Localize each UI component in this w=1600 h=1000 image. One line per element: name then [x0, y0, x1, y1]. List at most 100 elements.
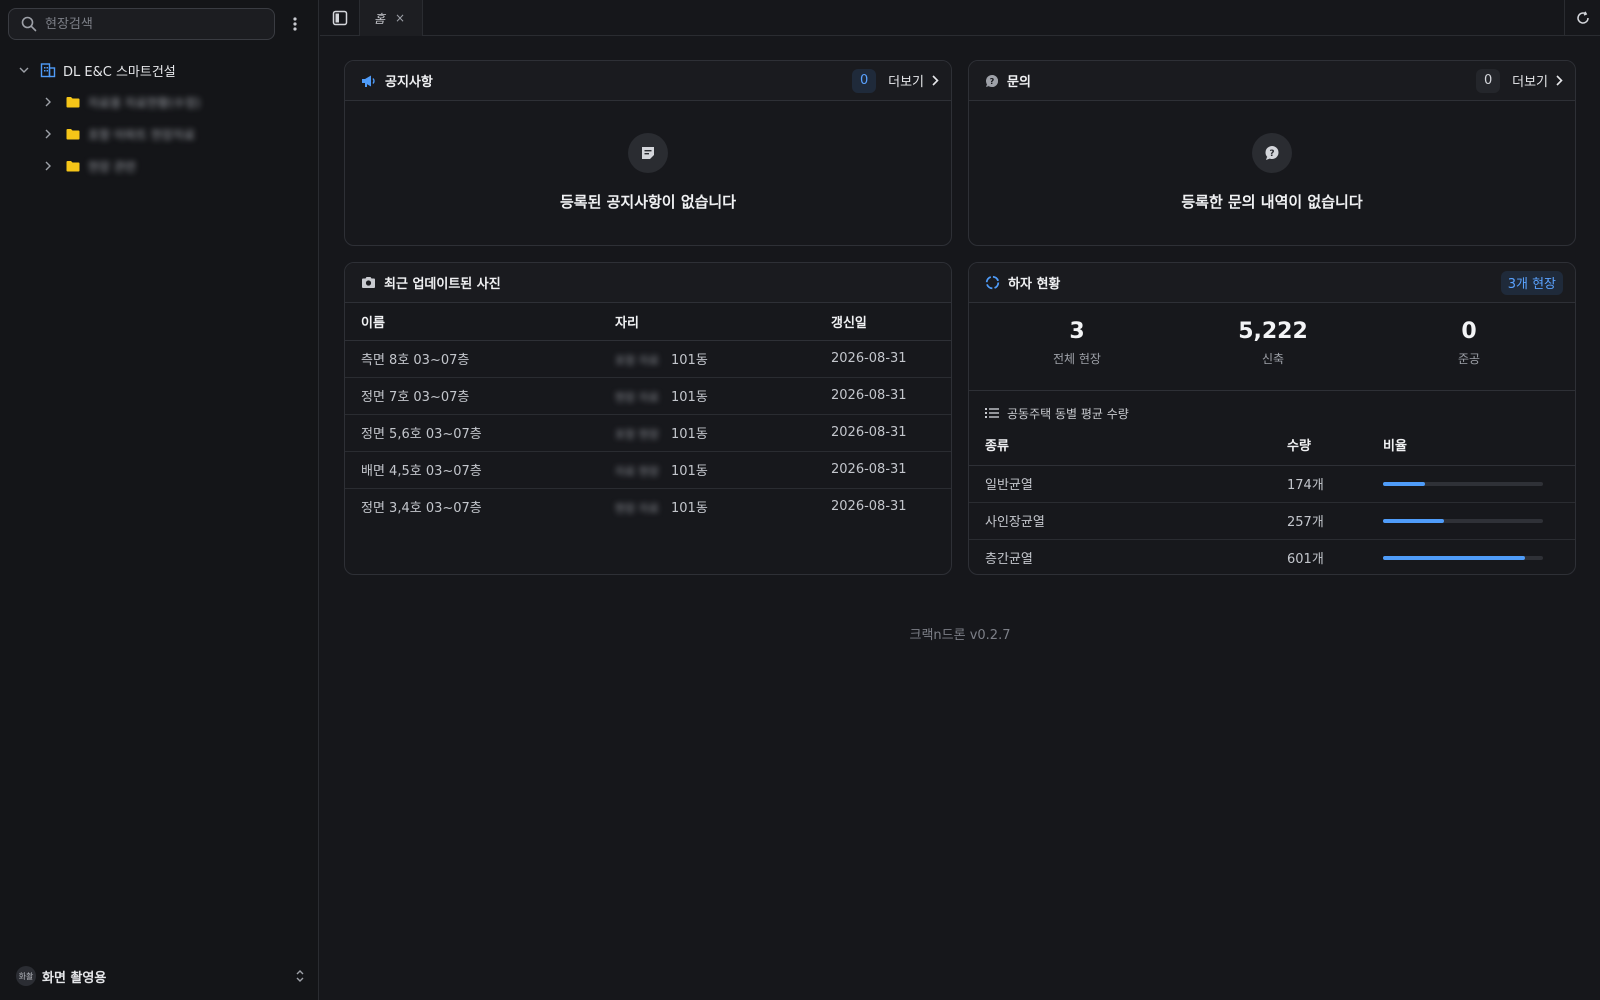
table-header-row: 종류 수량 비율 [969, 435, 1575, 466]
place-building: 101동 [671, 353, 708, 368]
notice-more-link[interactable]: 더보기 [888, 71, 939, 90]
tree-folder-node[interactable]: 포항 아파트 현장자료 [14, 122, 309, 146]
defect-ratio [1383, 465, 1575, 503]
place-blurred: 자료 현장 [615, 465, 659, 478]
photos-card-header: 최근 업데이트된 사진 [345, 263, 951, 303]
table-row[interactable]: 정면 7호 03~07층 현장 자료 101동 2026-08-31 [345, 377, 951, 415]
count-badge: 0 [1476, 68, 1501, 93]
table-row[interactable]: 정면 5,6호 03~07층 포항 현장 101동 2026-08-31 [345, 414, 951, 452]
place-blurred: 현장 자료 [615, 391, 659, 404]
chevron-up-down-icon[interactable] [294, 968, 306, 984]
folder-label: 현장 관련 [88, 159, 136, 174]
table-row[interactable]: 층간균열 601개 [969, 539, 1575, 574]
refresh-button[interactable] [1564, 0, 1600, 36]
photo-name: 정면 3,4호 03~07층 [361, 501, 482, 517]
place-blurred: 포항 자료 [615, 354, 659, 367]
ratio-bar [1383, 518, 1543, 523]
notice-card: 공지사항 0 더보기 등록된 공지사항이 없습니다 [344, 60, 952, 246]
photo-name: 측면 8호 03~07층 [345, 340, 615, 378]
photo-name: 정면 5,6호 03~07층 [345, 414, 615, 452]
table-row[interactable]: 정면 3,4호 03~07층 현장 자료 101동 2026-08-31 [345, 488, 951, 525]
org-name: DL E&C 스마트건설 [63, 64, 176, 80]
place-building: 101동 [671, 501, 708, 517]
place-blurred: 현장 자료 [615, 502, 659, 516]
site-count-badge[interactable]: 3개 현장 [1500, 270, 1563, 295]
defect-card-header: 하자 현황 3개 현장 [969, 263, 1575, 303]
panel-left-icon [332, 10, 347, 26]
ratio-bar [1383, 481, 1543, 486]
tree-folder-node[interactable]: 현장 관련 [14, 154, 309, 178]
inquiry-card: ? 문의 0 더보기 ? 등록한 문의 내역이 없습니다 [968, 60, 1576, 246]
photos-table: 이름 자리 갱신일 측면 8호 03~07층 포항 자료 101동 2026-08… [345, 303, 951, 525]
card-title: 문의 [1007, 75, 1031, 90]
column-header: 비율 [1383, 435, 1575, 466]
empty-text: 등록한 문의 내역이 없습니다 [1181, 193, 1363, 211]
tree-org-node[interactable]: DL E&C 스마트건설 [14, 58, 309, 82]
stat-total-sites: 3 전체 현장 [997, 319, 1157, 367]
folder-label: 자료용 자료현황(수정) [88, 95, 201, 110]
stat-completed: 0 준공 [1389, 319, 1549, 367]
loader-ring-icon [985, 275, 1000, 290]
sidebar-toggle-button[interactable] [320, 0, 360, 36]
defect-qty: 174개 [1287, 465, 1383, 503]
place-building: 101동 [671, 427, 708, 442]
list-icon [985, 408, 999, 418]
defect-qty: 601개 [1287, 552, 1324, 568]
sidebar: DL E&C 스마트건설 자료용 자료현황(수정) 포항 아파트 현장자료 현장… [0, 0, 319, 1000]
more-label: 더보기 [888, 75, 924, 90]
stat-value: 0 [1461, 319, 1477, 344]
site-search[interactable] [8, 8, 275, 40]
stat-new-construction: 5,222 신축 [1193, 319, 1353, 367]
place-building: 101동 [671, 390, 708, 405]
defect-ratio [1383, 502, 1575, 540]
table-row[interactable]: 일반균열 174개 [969, 465, 1575, 503]
tree-folder-node[interactable]: 자료용 자료현황(수정) [14, 90, 309, 114]
defect-status-card: 하자 현황 3개 현장 3 전체 현장 5,222 신축 0 준공 공동주택 동… [968, 262, 1576, 575]
profile-name: 화면 촬영용 [42, 970, 107, 986]
chevron-right-icon[interactable] [38, 97, 58, 107]
site-search-input[interactable] [45, 16, 265, 32]
column-header: 종류 [969, 435, 1287, 466]
table-row[interactable]: 배면 4,5호 03~07층 자료 현장 101동 2026-08-31 [345, 451, 951, 489]
chevron-right-icon[interactable] [38, 129, 58, 139]
ratio-bar-fill [1383, 518, 1444, 523]
photo-date: 2026-08-31 [831, 377, 951, 415]
tab-bar: 홈 × [320, 0, 1600, 36]
table-row[interactable]: 측면 8호 03~07층 포항 자료 101동 2026-08-31 [345, 340, 951, 378]
empty-text: 등록된 공지사항이 없습니다 [559, 193, 737, 211]
inquiry-empty-state: ? 등록한 문의 내역이 없습니다 [969, 101, 1575, 212]
notice-card-header: 공지사항 0 더보기 [345, 61, 951, 101]
photo-place: 현장 자료 101동 [615, 377, 831, 415]
photo-name: 배면 4,5호 03~07층 [345, 451, 615, 489]
folder-icon [66, 161, 80, 172]
ratio-bar-fill [1383, 555, 1526, 560]
site-tree: DL E&C 스마트건설 자료용 자료현황(수정) 포항 아파트 현장자료 현장… [14, 58, 309, 178]
user-profile-switcher[interactable]: 화촬 화면 촬영용 [16, 964, 306, 988]
chevron-down-icon[interactable] [14, 67, 34, 73]
folder-label: 포항 아파트 현장자료 [88, 127, 195, 142]
column-header: 자리 [615, 303, 831, 341]
column-header: 갱신일 [831, 303, 951, 341]
table-row[interactable]: 사인장균열 257개 [969, 502, 1575, 540]
svg-text:?: ? [990, 77, 995, 86]
chevron-right-icon[interactable] [38, 161, 58, 171]
app-version: 크랙n드론 v0.2.7 [909, 628, 1011, 643]
photo-place: 자료 현장 101동 [615, 451, 831, 489]
stat-value: 3 [1069, 319, 1085, 344]
stat-value: 5,222 [1238, 319, 1308, 344]
note-icon [628, 133, 668, 173]
help-bubble-icon: ? [986, 74, 999, 87]
inquiry-more-link[interactable]: 더보기 [1512, 71, 1563, 90]
ratio-bar-fill [1383, 481, 1425, 486]
close-icon[interactable]: × [395, 11, 405, 25]
defect-type: 사인장균열 [969, 502, 1287, 540]
notice-empty-state: 등록된 공지사항이 없습니다 [345, 101, 951, 212]
more-label: 더보기 [1512, 75, 1548, 90]
tab-home[interactable]: 홈 × [360, 0, 423, 36]
table-header-row: 이름 자리 갱신일 [345, 303, 951, 341]
more-options-button[interactable] [285, 12, 305, 36]
help-bubble-icon: ? [1252, 133, 1292, 173]
card-title: 하자 현황 [1008, 277, 1061, 292]
building-icon [40, 63, 56, 78]
defect-qty: 257개 [1287, 502, 1383, 540]
